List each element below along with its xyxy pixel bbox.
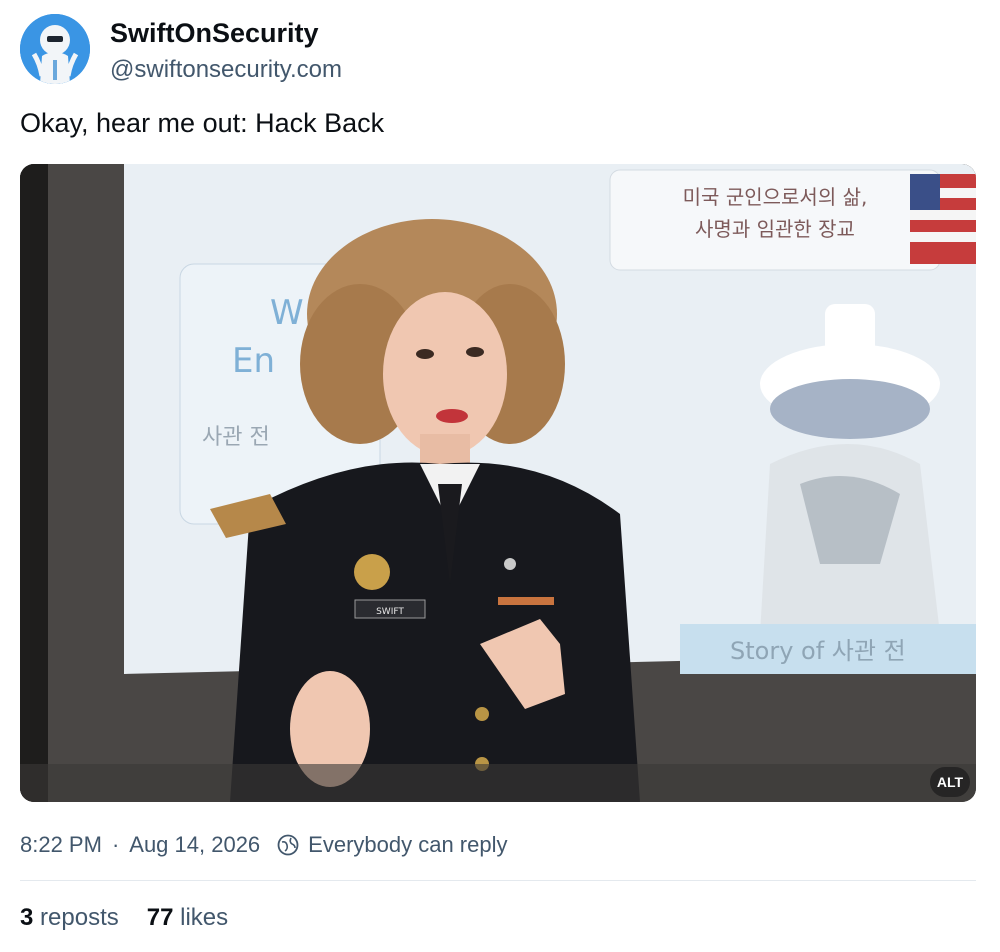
mascot-avatar-icon — [20, 14, 90, 84]
likes-stat[interactable]: 77 likes — [147, 904, 228, 932]
post-meta: 8:22 PM · Aug 14, 2026 Everybody can rep… — [20, 832, 508, 858]
post-image[interactable]: 미국 군인으로서의 삶, 사명과 임관한 장교 W En 사관 전 Story … — [20, 164, 976, 802]
author-handle[interactable]: @swiftonsecurity.com — [110, 56, 342, 84]
likes-label: likes — [180, 904, 229, 931]
post-time[interactable]: 8:22 PM — [20, 832, 102, 858]
meta-separator: · — [111, 832, 120, 857]
reply-setting[interactable]: Everybody can reply — [308, 832, 507, 858]
slide-title-line2: 사명과 임관한 장교 — [695, 217, 855, 241]
post-text: Okay, hear me out: Hack Back — [20, 108, 385, 138]
slide-left-word2: En — [232, 341, 275, 381]
reposts-stat[interactable]: 3 reposts — [20, 904, 119, 932]
likes-count: 77 — [146, 904, 174, 931]
post-date[interactable]: Aug 14, 2026 — [129, 832, 260, 858]
reposts-label: reposts — [40, 904, 119, 931]
author-display-name[interactable]: SwiftOnSecurity — [110, 18, 319, 49]
slide-caption: Story of 사관 전 — [730, 637, 906, 665]
uniform-nametag: SWIFT — [376, 607, 404, 617]
divider — [20, 880, 976, 881]
slide-left-word1: W — [270, 293, 304, 333]
slide-title-line1: 미국 군인으로서의 삶, — [683, 185, 868, 209]
slide-left-korean: 사관 전 — [202, 425, 270, 450]
alt-text-button[interactable]: ALT — [930, 767, 970, 797]
post-stats: 3 reposts 77 likes — [20, 904, 256, 932]
reposts-count: 3 — [20, 904, 34, 931]
author-avatar[interactable] — [20, 14, 90, 84]
globe-icon — [276, 833, 300, 857]
